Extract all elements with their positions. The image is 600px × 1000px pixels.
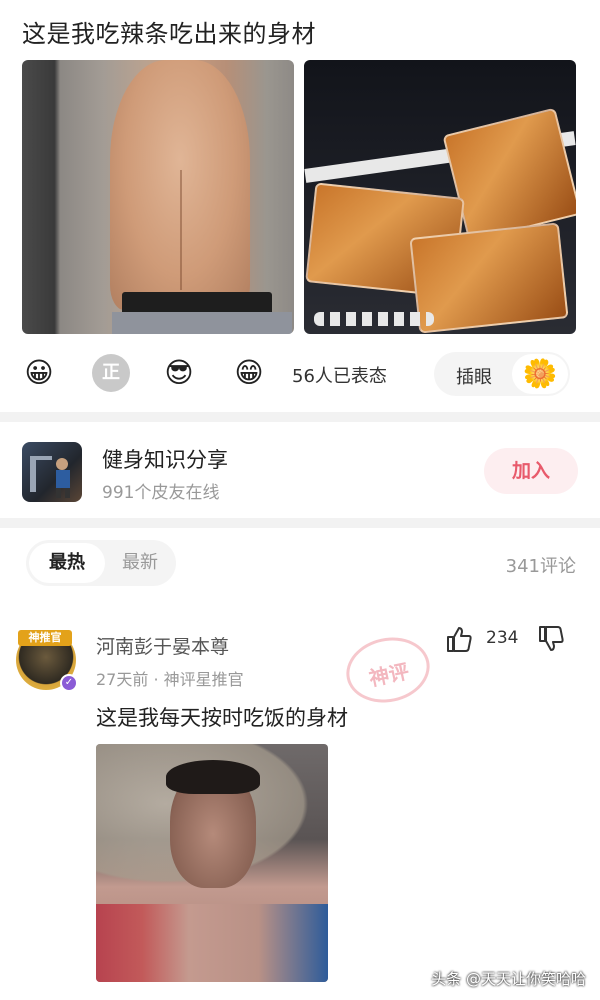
comment-meta: 27天前 · 神评星推官 xyxy=(96,670,244,689)
gym-icon xyxy=(30,456,70,498)
flower-icon: 🌼 xyxy=(512,354,568,394)
group-name: 健身知识分享 xyxy=(102,448,228,472)
laugh-emoji-icon[interactable]: 😀 xyxy=(20,354,58,392)
comment-sort-tabs: 最热 最新 xyxy=(26,540,176,586)
thumbs-down-icon[interactable] xyxy=(536,624,566,654)
post-image-snacks[interactable] xyxy=(304,60,576,334)
dots-shape xyxy=(314,312,434,326)
join-button[interactable]: 加入 xyxy=(484,448,578,494)
tab-hot[interactable]: 最热 xyxy=(29,543,105,583)
thumbs-up-icon[interactable] xyxy=(444,624,474,654)
verified-icon: ✓ xyxy=(60,674,78,692)
section-divider xyxy=(0,518,600,528)
chayan-label: 插眼 xyxy=(456,367,492,388)
blanket-shape xyxy=(96,904,328,982)
snack-bag xyxy=(442,107,576,243)
chayan-button[interactable]: 插眼 🌼 xyxy=(434,352,570,396)
zheng-emoji-icon[interactable]: 正 xyxy=(92,354,130,392)
comment-total: 341评论 xyxy=(505,556,576,577)
post-image-row xyxy=(22,60,576,334)
watermark: 头条 @天天让你笑哈哈 xyxy=(431,970,586,988)
shenping-stamp: 神评 xyxy=(340,629,436,711)
reaction-count: 56人已表态 xyxy=(292,366,387,387)
group-online-count: 991个皮友在线 xyxy=(102,483,220,503)
abs-line xyxy=(180,170,182,290)
section-divider xyxy=(0,412,600,422)
stamp-text: 神评 xyxy=(366,658,412,691)
torso-shape xyxy=(110,60,250,310)
comment-text: 这是我每天按时吃饭的身材 xyxy=(96,706,348,730)
avatar-badge: 神推官 xyxy=(18,630,72,646)
post-image-torso[interactable] xyxy=(22,60,294,334)
group-avatar xyxy=(22,442,82,502)
comment-author[interactable]: 河南彭于晏本尊 xyxy=(96,632,229,659)
avatar[interactable]: 神推官 ✓ xyxy=(16,630,78,692)
group-card[interactable]: 健身知识分享 991个皮友在线 加入 xyxy=(22,440,578,504)
like-count: 234 xyxy=(486,628,519,648)
jeans-shape xyxy=(112,312,292,334)
reaction-bar: 😀 正 😎 😁 56人已表态 插眼 🌼 xyxy=(20,352,580,396)
comment-item: 神推官 ✓ 河南彭于晏本尊 27天前 · 神评星推官 神评 234 这是我每天按… xyxy=(16,624,584,994)
tab-new[interactable]: 最新 xyxy=(102,543,178,583)
sunglasses-emoji-icon[interactable]: 😎 xyxy=(160,354,198,392)
hair-shape xyxy=(166,760,260,794)
grin-emoji-icon[interactable]: 😁 xyxy=(230,354,268,392)
post-title: 这是我吃辣条吃出来的身材 xyxy=(22,20,316,48)
comment-image[interactable] xyxy=(96,744,328,982)
